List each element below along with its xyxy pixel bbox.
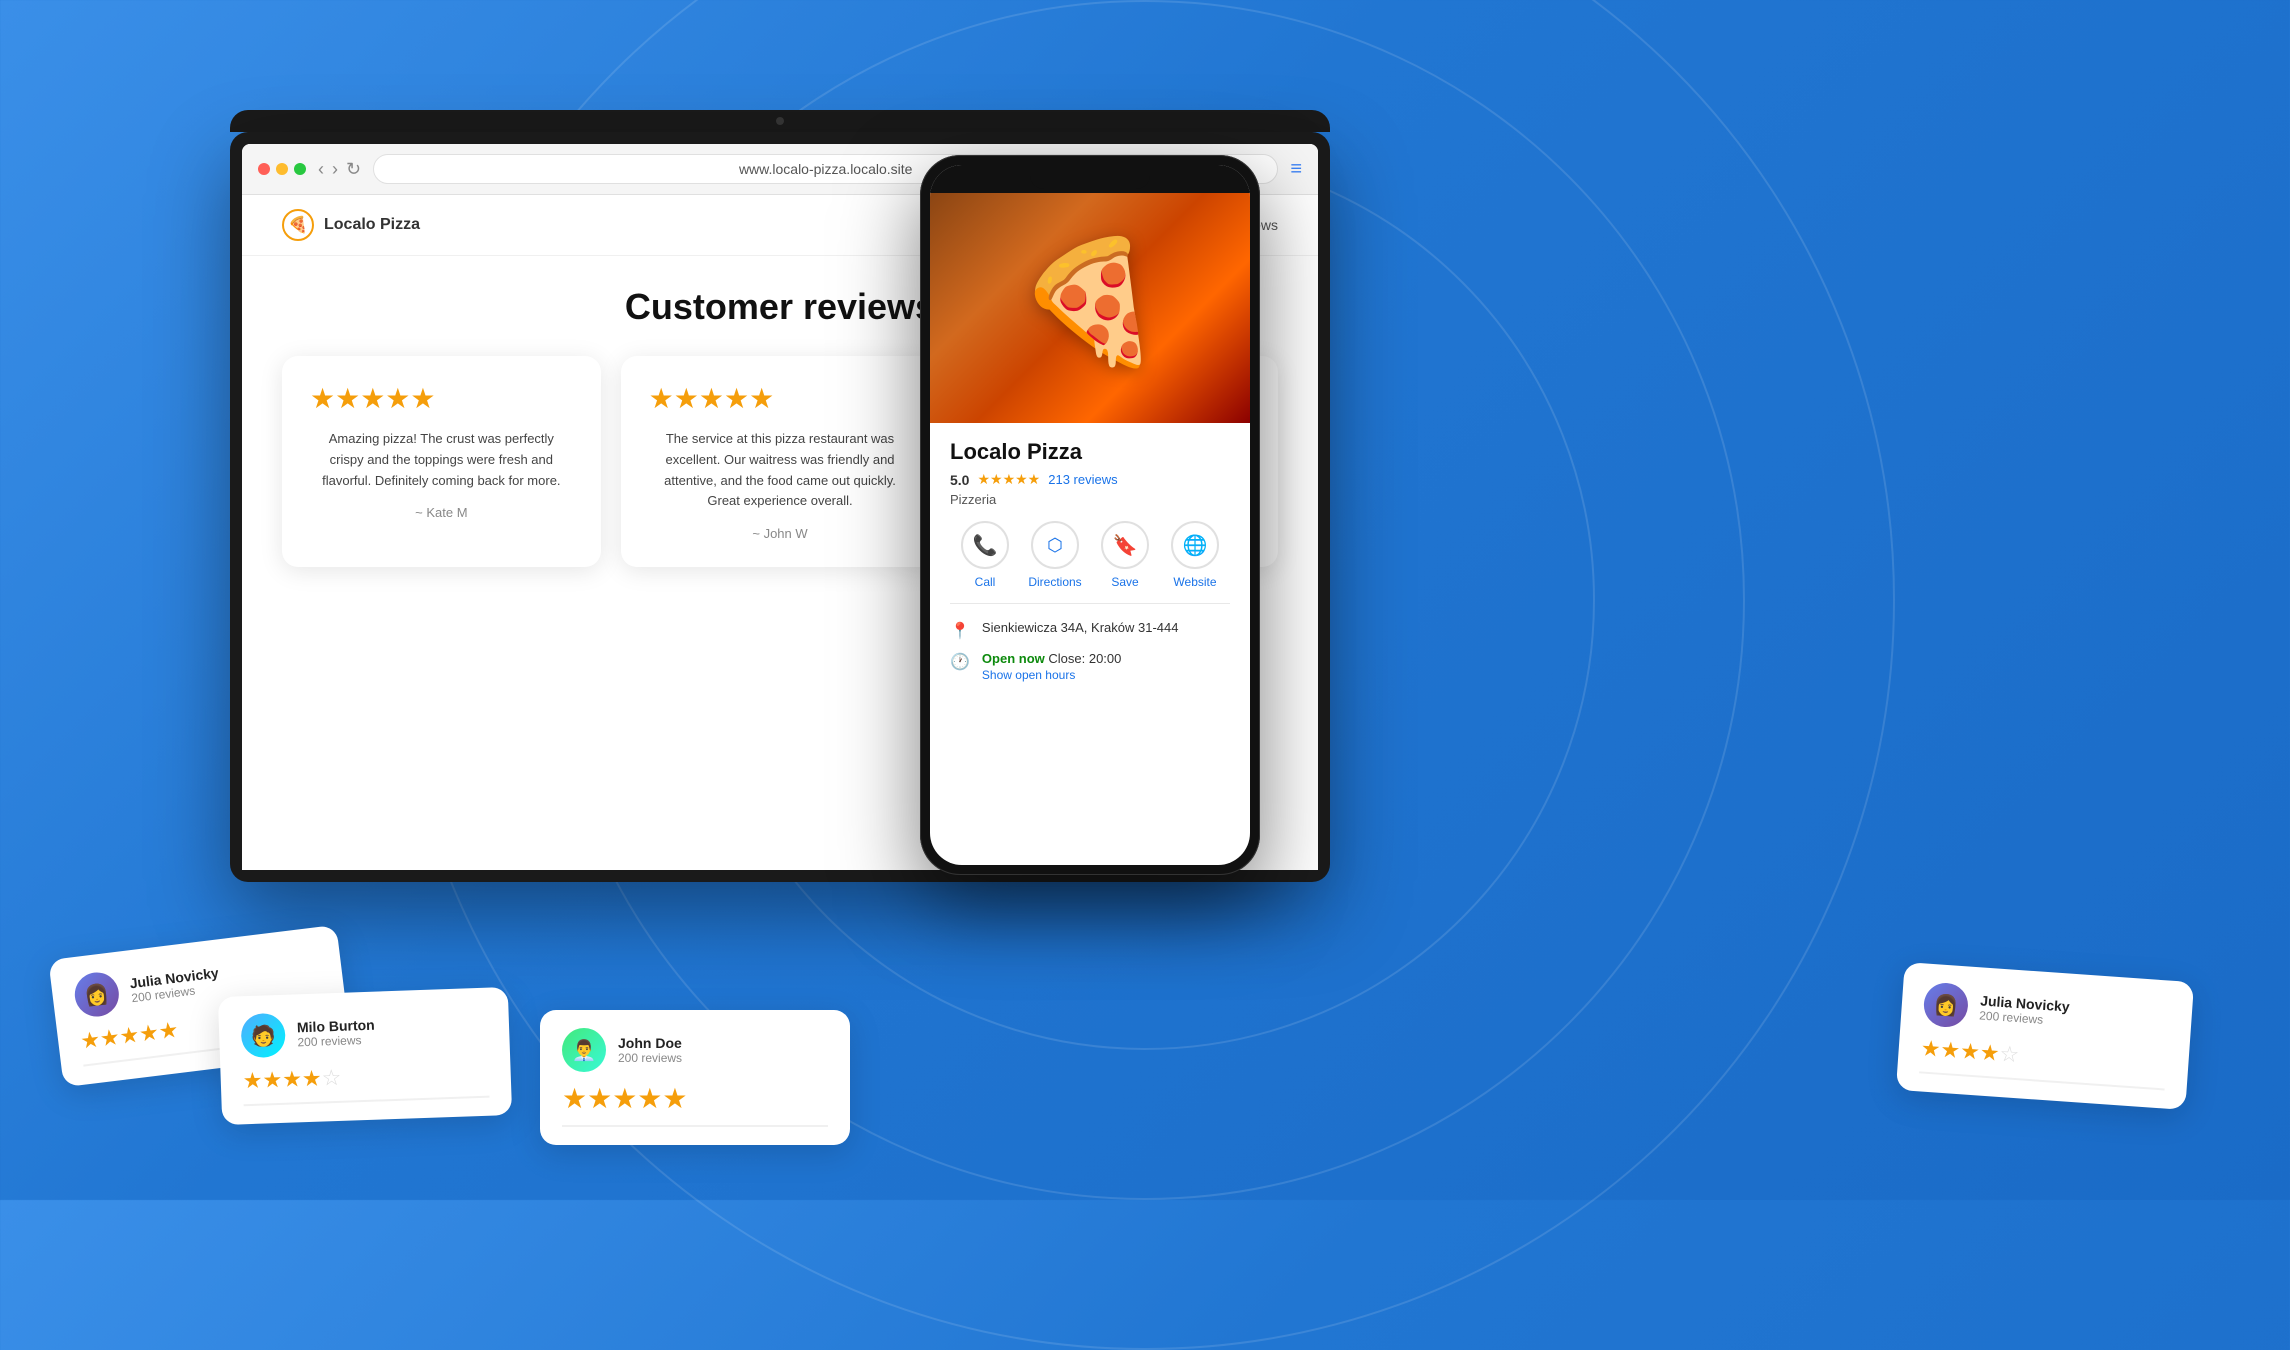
review-2-stars: ★★★★★ (649, 382, 912, 415)
browser-dots (258, 163, 306, 175)
phone-address-row: 📍 Sienkiewicza 34A, Kraków 31-444 (950, 620, 1230, 641)
phone-hours-info: Open now Close: 20:00 Show open hours (982, 651, 1121, 682)
card-divider-2 (244, 1096, 490, 1107)
milo-reviews: 200 reviews (297, 1033, 375, 1050)
phone-category: Pizzeria (950, 492, 1230, 507)
float-card-info-julia-2: Julia Novicky 200 reviews (1979, 992, 2070, 1028)
nav-back[interactable]: ‹ (318, 159, 324, 180)
phone-business-name: Localo Pizza (950, 439, 1230, 465)
john-name: John Doe (618, 1035, 682, 1051)
website-icon: 🌐 (1171, 521, 1219, 569)
laptop-camera (776, 117, 784, 125)
open-status: Open now (982, 651, 1045, 666)
show-hours-link[interactable]: Show open hours (982, 668, 1121, 682)
clock-icon: 🕐 (950, 652, 970, 672)
float-card-milo: 🧑 Milo Burton 200 reviews ★★★★☆ (218, 987, 512, 1125)
url-text: www.localo-pizza.localo.site (739, 161, 913, 177)
phone-rating-num: 5.0 (950, 472, 969, 488)
browser-nav: ‹ › ↻ (318, 159, 361, 180)
call-icon: 📞 (961, 521, 1009, 569)
phone-screen: Localo Pizza 5.0 ★★★★★ 213 reviews Pizze… (930, 165, 1250, 865)
review-1-text: Amazing pizza! The crust was perfectly c… (310, 429, 573, 491)
avatar-julia-2: 👩 (1922, 982, 1969, 1029)
phone-notch-bar (930, 165, 1250, 193)
dot-green[interactable] (294, 163, 306, 175)
nav-refresh[interactable]: ↻ (346, 159, 361, 180)
review-2-text: The service at this pizza restaurant was… (649, 429, 912, 512)
scene: ‹ › ↻ www.localo-pizza.localo.site ≡ 🍕 L (0, 0, 2290, 1200)
phone-info: Localo Pizza 5.0 ★★★★★ 213 reviews Pizze… (930, 423, 1250, 865)
address-icon: 📍 (950, 621, 970, 641)
float-card-john: 👨‍💼 John Doe 200 reviews ★★★★★ (540, 1010, 850, 1145)
avatar-john: 👨‍💼 (562, 1028, 606, 1072)
phone-address: Sienkiewicza 34A, Kraków 31-444 (982, 620, 1179, 635)
website-logo: 🍕 Localo Pizza (282, 209, 420, 241)
directions-label: Directions (1028, 575, 1081, 589)
directions-icon: ⬡ (1031, 521, 1079, 569)
review-card-1: ★★★★★ Amazing pizza! The crust was perfe… (282, 356, 601, 567)
phone-stars: ★★★★★ (977, 471, 1040, 488)
float-card-info-julia-1: Julia Novicky 200 reviews (129, 965, 221, 1006)
phone-action-directions[interactable]: ⬡ Directions (1020, 521, 1090, 589)
logo-icon: 🍕 (282, 209, 314, 241)
phone: Localo Pizza 5.0 ★★★★★ 213 reviews Pizze… (920, 155, 1260, 875)
john-stars: ★★★★★ (562, 1082, 828, 1115)
review-1-stars: ★★★★★ (310, 382, 573, 415)
phone-action-call[interactable]: 📞 Call (950, 521, 1020, 589)
dot-red[interactable] (258, 163, 270, 175)
close-time: Close: 20:00 (1048, 651, 1121, 666)
avatar-milo: 🧑 (240, 1013, 286, 1059)
call-label: Call (975, 575, 996, 589)
phone-actions: 📞 Call ⬡ Directions 🔖 Save 🌐 (950, 521, 1230, 604)
save-label: Save (1111, 575, 1138, 589)
float-card-header-milo: 🧑 Milo Burton 200 reviews (240, 1006, 487, 1059)
save-icon: 🔖 (1101, 521, 1149, 569)
avatar-julia-1: 👩 (72, 970, 121, 1019)
website-label: Website (1173, 575, 1216, 589)
float-card-info-john: John Doe 200 reviews (618, 1035, 682, 1065)
float-card-header-julia-2: 👩 Julia Novicky 200 reviews (1922, 982, 2170, 1043)
phone-body: Localo Pizza 5.0 ★★★★★ 213 reviews Pizze… (920, 155, 1260, 875)
nav-forward[interactable]: › (332, 159, 338, 180)
float-card-julia-2: 👩 Julia Novicky 200 reviews ★★★★☆ (1896, 962, 2194, 1110)
phone-reviews-link[interactable]: 213 reviews (1048, 472, 1117, 487)
milo-name: Milo Burton (297, 1017, 375, 1036)
phone-notch (1030, 169, 1150, 189)
review-1-author: ~ Kate M (310, 505, 573, 520)
milo-stars: ★★★★☆ (242, 1060, 489, 1095)
review-card-2: ★★★★★ The service at this pizza restaura… (621, 356, 940, 567)
dot-yellow[interactable] (276, 163, 288, 175)
julia-2-stars: ★★★★☆ (1920, 1035, 2167, 1078)
phone-rating-row: 5.0 ★★★★★ 213 reviews (950, 471, 1230, 488)
phone-pizza-image (930, 193, 1250, 423)
logo-text: Localo Pizza (324, 216, 420, 234)
browser-menu-icon[interactable]: ≡ (1290, 158, 1302, 181)
laptop-camera-bar (230, 110, 1330, 132)
john-reviews: 200 reviews (618, 1051, 682, 1065)
card-divider-3 (562, 1125, 828, 1127)
review-2-author: ~ John W (649, 526, 912, 541)
float-card-header-john: 👨‍💼 John Doe 200 reviews (562, 1028, 828, 1072)
phone-action-save[interactable]: 🔖 Save (1090, 521, 1160, 589)
float-card-info-milo: Milo Burton 200 reviews (297, 1017, 376, 1050)
phone-action-website[interactable]: 🌐 Website (1160, 521, 1230, 589)
phone-hours-row: 🕐 Open now Close: 20:00 Show open hours (950, 651, 1230, 682)
